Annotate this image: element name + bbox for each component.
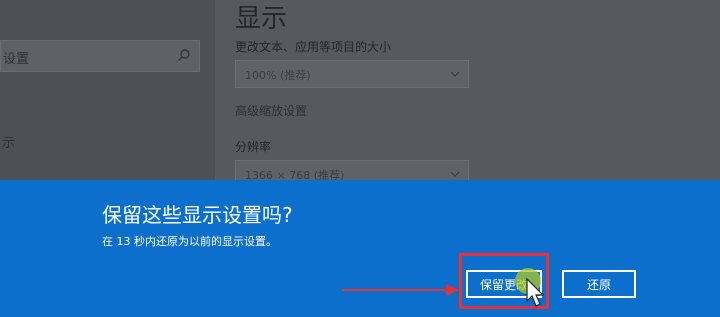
settings-search-input[interactable]: 设置: [0, 40, 200, 72]
page-title: 显示: [235, 4, 288, 34]
dialog-title: 保留这些显示设置吗?: [102, 203, 293, 227]
advanced-scaling-link[interactable]: 高级缩放设置: [235, 102, 307, 119]
chevron-down-icon: [450, 71, 460, 77]
sidebar-item-display[interactable]: 示: [2, 132, 15, 151]
scale-dropdown-value: 100% (推荐): [245, 69, 311, 82]
resolution-label: 分辨率: [235, 140, 272, 154]
scale-dropdown[interactable]: 100% (推荐): [235, 60, 469, 88]
revert-button[interactable]: 还原: [562, 270, 636, 298]
red-arrow-annotation: [342, 284, 459, 296]
search-icon: [178, 49, 190, 61]
scale-label: 更改文本、应用等项目的大小: [235, 40, 392, 54]
dialog-countdown-text: 在 13 秒内还原为以前的显示设置。: [102, 235, 277, 248]
keep-display-settings-dialog: 保留这些显示设置吗? 在 13 秒内还原为以前的显示设置。 保留更改 还原: [0, 180, 720, 317]
chevron-down-icon: [450, 171, 460, 177]
search-input-text: 设置: [3, 52, 30, 67]
mouse-cursor-icon: [526, 278, 545, 307]
